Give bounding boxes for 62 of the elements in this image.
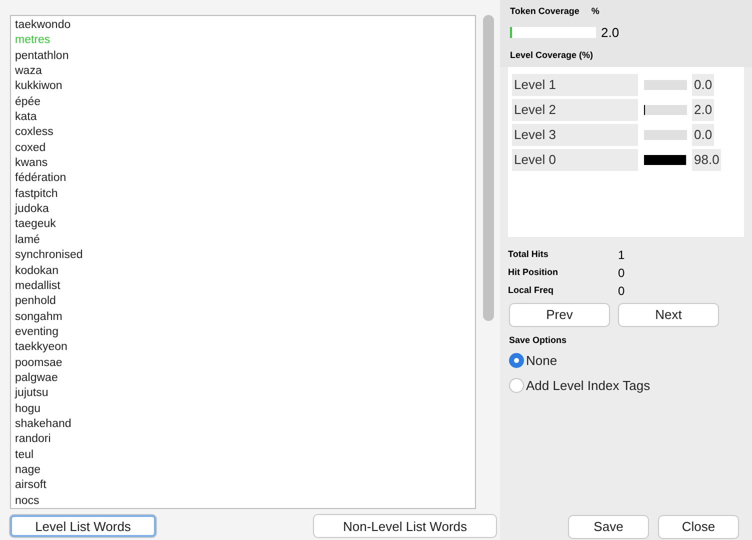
word-item[interactable]: airsoft (15, 478, 46, 494)
nav-button[interactable]: Next (619, 304, 718, 326)
dialog-button[interactable]: Close (659, 516, 738, 538)
level-label: Level 1 (512, 74, 638, 96)
word-item[interactable]: kwans (15, 156, 48, 172)
radio-label: None (526, 352, 558, 370)
list-button[interactable]: Non-Level List Words (314, 515, 496, 537)
level-coverage-label: Level Coverage (%) (510, 49, 594, 62)
word-item[interactable]: judoka (15, 202, 49, 218)
word-list[interactable] (10, 15, 476, 509)
stat-label: Hit Position (508, 266, 559, 280)
word-item[interactable]: songahm (15, 310, 62, 325)
stat-label: Total Hits (508, 248, 550, 262)
radio-button[interactable] (509, 378, 524, 393)
word-item[interactable]: taegeuk (15, 217, 56, 233)
unit-label: % (591, 5, 600, 18)
level-value: 0.0 (692, 74, 714, 96)
level-value: 2.0 (692, 98, 714, 120)
word-item[interactable]: palgwae (15, 370, 58, 386)
word-item[interactable]: fastpitch (15, 186, 58, 202)
coverage-value: 2.0 (601, 24, 620, 42)
word-item[interactable]: nage (15, 462, 41, 478)
word-item[interactable]: eventing (15, 324, 58, 340)
word-item[interactable]: kata (15, 110, 37, 126)
word-item[interactable]: synchronised (15, 248, 83, 264)
word-item[interactable]: shakehand (15, 416, 72, 432)
stat-value: 0 (618, 283, 625, 300)
word-item[interactable]: kodokan (15, 264, 58, 279)
token-coverage-label: Token Coverage (510, 5, 580, 18)
word-item[interactable]: poomsae (15, 356, 62, 371)
word-item[interactable]: lamé (15, 232, 40, 248)
list-button[interactable]: Level List Words (10, 515, 156, 537)
radio-label: Add Level Index Tags (526, 376, 650, 395)
stat-value: 0 (618, 265, 625, 282)
word-item[interactable]: nocs (15, 494, 40, 508)
word-item[interactable]: épée (15, 94, 41, 110)
level-label: Level 0 (512, 148, 638, 170)
word-item[interactable]: fédération (15, 171, 66, 187)
word-item[interactable]: taekwondo (15, 18, 71, 34)
word-item[interactable]: penhold (15, 294, 56, 310)
word-item[interactable]: medallist (15, 278, 60, 294)
word-item[interactable]: teul (15, 448, 34, 463)
dialog-button[interactable]: Save (569, 516, 648, 538)
word-item[interactable]: taekkyeon (15, 340, 68, 356)
nav-button[interactable]: Prev (510, 304, 609, 326)
word-item[interactable]: coxless (15, 125, 54, 141)
level-label: Level 3 (512, 124, 638, 146)
word-item[interactable]: waza (15, 64, 42, 80)
word-item[interactable]: pentathlon (15, 48, 69, 64)
level-label: Level 2 (512, 98, 638, 120)
radio-button[interactable] (509, 353, 524, 368)
word-item[interactable]: randori (15, 432, 51, 448)
level-value: 98.0 (692, 148, 722, 170)
word-item[interactable]: coxed (15, 140, 46, 156)
word-item[interactable]: kukkiwon (15, 79, 62, 95)
scrollbar[interactable] (483, 15, 494, 321)
stat-value: 1 (618, 247, 625, 264)
save-options-label: Save Options (508, 334, 568, 347)
word-item[interactable]: jujutsu (15, 386, 48, 402)
level-value: 0.0 (692, 124, 714, 146)
stat-label: Local Freq (508, 284, 555, 298)
word-item[interactable]: hogu (15, 402, 41, 417)
